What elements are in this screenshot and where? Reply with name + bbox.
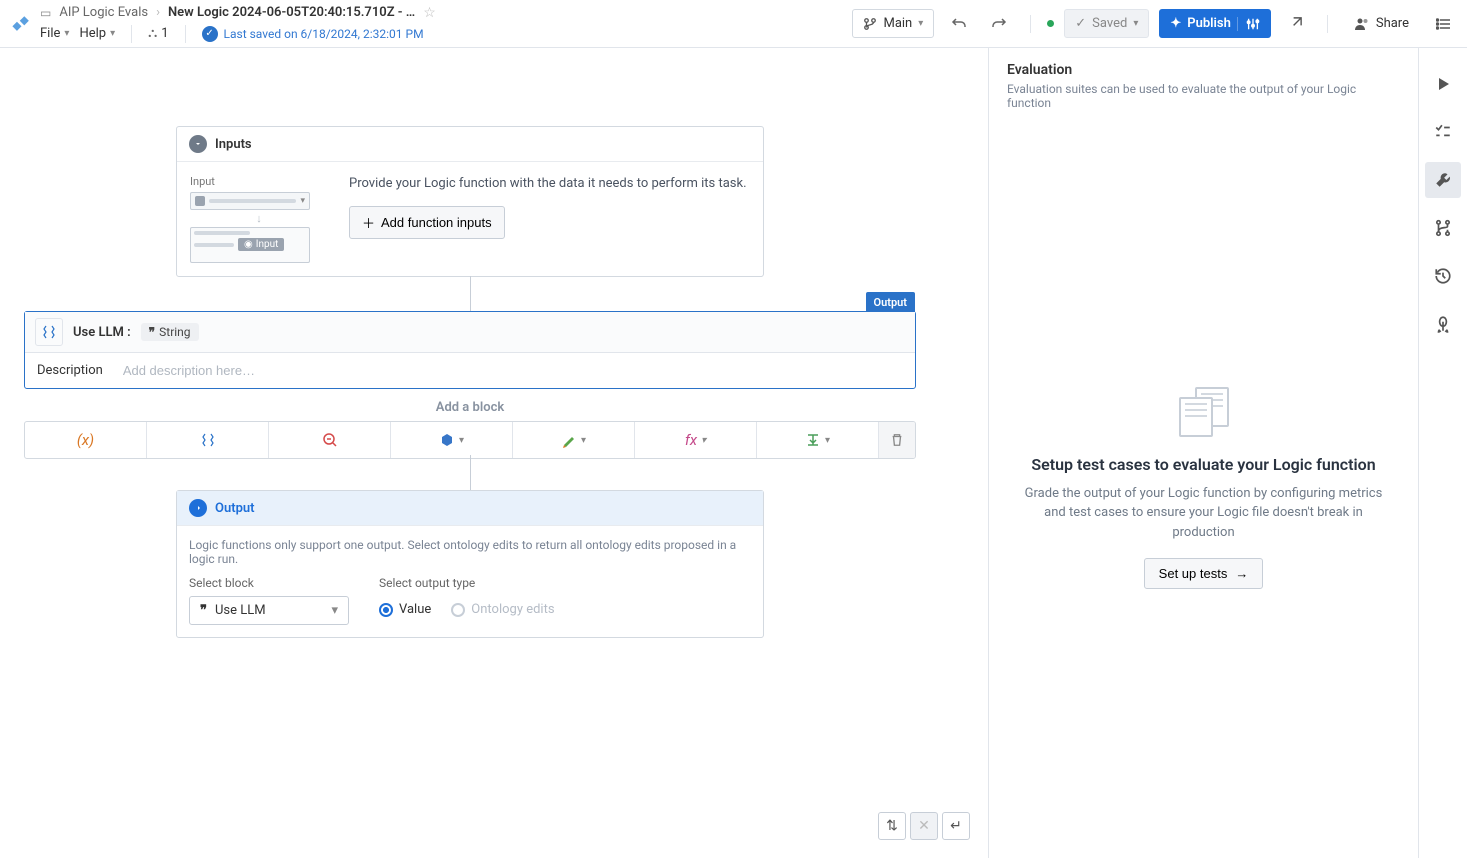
sparkle-icon: ✦ [1170, 16, 1181, 31]
type-badge: ❞ String [141, 323, 199, 341]
open-external-button[interactable] [1281, 9, 1311, 39]
help-menu[interactable]: Help▾ [79, 26, 115, 41]
users-icon: ⛬ [148, 26, 157, 41]
input-preview-diagram: Input ▾ ↓ ◉ Input [189, 174, 329, 264]
select-output-type-label: Select output type [379, 576, 555, 590]
radio-ontology-edits[interactable]: Ontology edits [451, 602, 554, 617]
setup-tests-button[interactable]: Set up tests → [1144, 558, 1264, 589]
add-block-toolbar: (x) ▾ ▾ fx ▾ [24, 421, 916, 459]
list-icon-button[interactable] [1429, 9, 1459, 39]
rail-tool-button[interactable] [1425, 162, 1461, 198]
inputs-header: Inputs [177, 127, 763, 162]
output-badge: Output [866, 292, 915, 312]
topbar: ▭ AIP Logic Evals › New Logic 2024-06-05… [0, 0, 1467, 48]
status-dot [1047, 20, 1054, 27]
download-icon [189, 135, 207, 153]
collapse-button[interactable]: ✕ [910, 812, 938, 840]
delete-block-button[interactable] [879, 422, 915, 458]
block-type-variable[interactable]: (x) [25, 422, 147, 458]
output-header: Output [177, 491, 763, 526]
arrow-right-circle-icon [189, 499, 207, 517]
block-type-object[interactable]: ▾ [391, 422, 513, 458]
llm-icon [35, 318, 63, 346]
canvas-bottom-controls: ⇅ ✕ ↵ [878, 812, 970, 840]
block-type-action[interactable]: ▾ [513, 422, 635, 458]
check-icon: ✓ [1075, 16, 1086, 31]
add-function-inputs-button[interactable]: ＋ Add function inputs [349, 206, 505, 239]
last-saved-text: ✓ Last saved on 6/18/2024, 2:32:01 PM [202, 26, 424, 42]
block-type-llm[interactable] [147, 422, 269, 458]
quote-icon: ❞ [200, 603, 207, 618]
sliders-icon [1237, 17, 1260, 31]
block-type-function[interactable]: fx ▾ [635, 422, 757, 458]
breadcrumb: ▭ AIP Logic Evals › New Logic 2024-06-05… [40, 5, 436, 21]
quote-icon: ❞ [149, 325, 155, 339]
add-block-label: Add a block [24, 394, 916, 421]
redo-button[interactable] [984, 9, 1014, 39]
app-logo[interactable] [8, 10, 36, 38]
rail-history-button[interactable] [1425, 258, 1461, 294]
select-block-label: Select block [189, 576, 349, 590]
chevron-right-icon: › [156, 5, 160, 20]
file-menu[interactable]: File▾ [40, 26, 69, 41]
enter-button[interactable]: ↵ [942, 812, 970, 840]
right-rail [1419, 48, 1467, 858]
rail-checklist-button[interactable] [1425, 114, 1461, 150]
radio-value[interactable]: Value [379, 602, 431, 617]
inputs-description: Provide your Logic function with the dat… [349, 174, 751, 194]
branch-icon [863, 17, 877, 31]
star-icon[interactable]: ☆ [423, 5, 436, 21]
output-card: Output Logic functions only support one … [176, 490, 764, 638]
eval-panel-subtitle: Evaluation suites can be used to evaluat… [1007, 82, 1400, 110]
eval-empty-desc: Grade the output of your Logic function … [1019, 484, 1388, 543]
logic-canvas[interactable]: Inputs Input ▾ ↓ ◉ Input Provide your Lo… [0, 48, 989, 858]
llm-block-title: Use LLM [73, 325, 124, 340]
expand-vertical-button[interactable]: ⇅ [878, 812, 906, 840]
empty-state-icon [1179, 387, 1229, 437]
people-icon [1354, 16, 1370, 32]
check-circle-icon: ✓ [202, 26, 218, 42]
undo-button[interactable] [944, 9, 974, 39]
saved-button[interactable]: ✓ Saved ▾ [1064, 9, 1149, 38]
share-button[interactable]: Share [1344, 10, 1419, 38]
description-label: Description [37, 363, 103, 378]
select-block-dropdown[interactable]: ❞ Use LLM ▾ [189, 596, 349, 625]
block-type-search[interactable] [269, 422, 391, 458]
folder-icon: ▭ [40, 6, 51, 20]
description-input[interactable] [123, 363, 903, 378]
breadcrumb-title[interactable]: New Logic 2024-06-05T20:40:15.710Z - … [168, 5, 415, 20]
evaluation-panel: Evaluation Evaluation suites can be used… [989, 48, 1419, 858]
block-type-transform[interactable]: ▾ [757, 422, 879, 458]
branch-dropdown[interactable]: Main ▾ [852, 9, 934, 38]
rail-run-button[interactable] [1425, 66, 1461, 102]
output-note: Logic functions only support one output.… [189, 538, 751, 566]
arrow-right-icon: → [1235, 566, 1248, 581]
breadcrumb-folder[interactable]: AIP Logic Evals [59, 5, 148, 20]
plus-icon: ＋ [362, 213, 375, 232]
use-llm-block[interactable]: Output Use LLM : ❞ String Description [24, 311, 916, 389]
eval-panel-title: Evaluation [1007, 62, 1400, 78]
rail-branches-button[interactable] [1425, 210, 1461, 246]
publish-button[interactable]: ✦ Publish [1159, 9, 1271, 38]
users-count[interactable]: ⛬ 1 [148, 26, 168, 41]
inputs-card: Inputs Input ▾ ↓ ◉ Input Provide your Lo… [176, 126, 764, 277]
eval-empty-title: Setup test cases to evaluate your Logic … [1031, 455, 1375, 474]
rail-deploy-button[interactable] [1425, 306, 1461, 342]
